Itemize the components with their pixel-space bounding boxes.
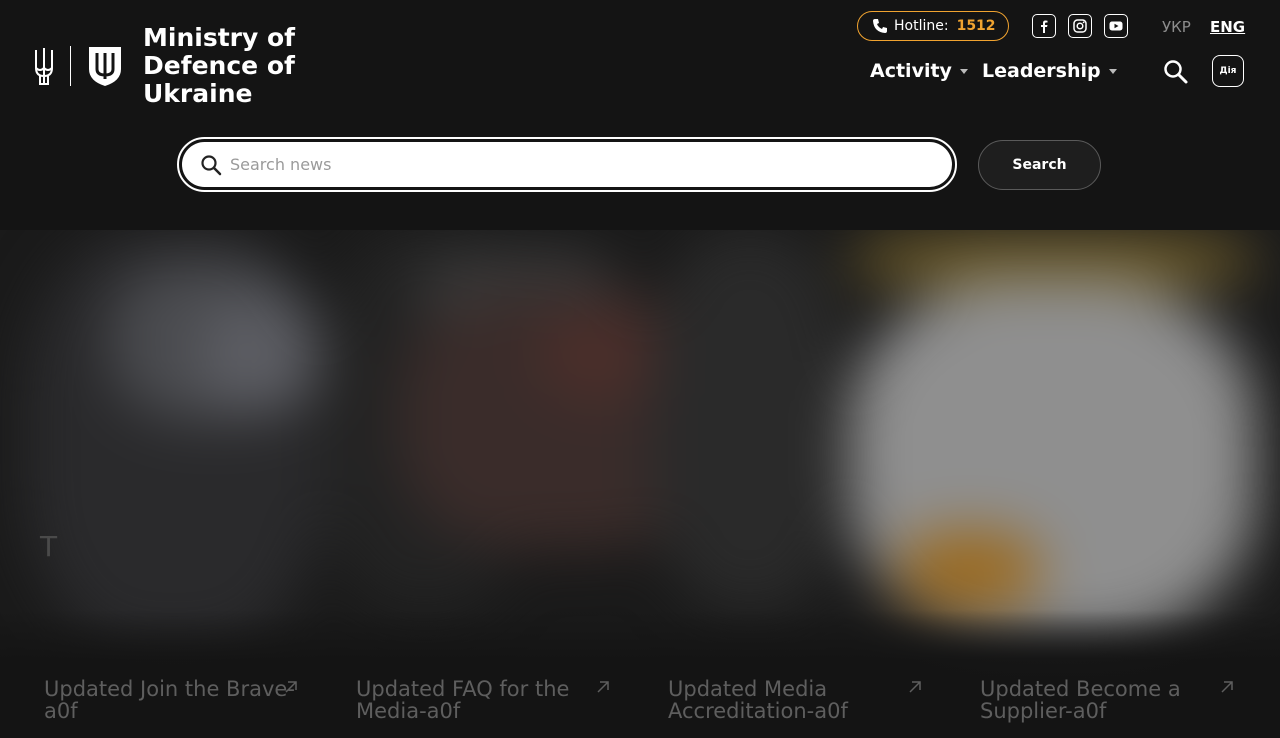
org-name: Ministry of Defence of Ukraine [143, 23, 296, 108]
diia-button[interactable]: Дія [1212, 55, 1244, 87]
news-card-title: Updated Join the Brave-a0f [44, 677, 295, 723]
search-button[interactable]: Search [978, 140, 1101, 190]
nav-leadership[interactable]: Leadership [982, 60, 1117, 82]
search-icon[interactable] [1162, 58, 1190, 86]
lang-eng-link[interactable]: ENG [1210, 18, 1245, 36]
logo[interactable]: Ministry of Defence of Ukraine [32, 24, 413, 108]
arrow-up-right-icon [285, 681, 297, 693]
search-box [177, 137, 957, 192]
chevron-down-icon [1108, 68, 1117, 74]
hero-caption: T [40, 530, 58, 563]
search-input[interactable] [230, 155, 930, 174]
hotline-number: 1512 [956, 18, 996, 34]
search-icon [201, 154, 222, 175]
news-card-title: Updated Become a Supplier-a0f [980, 677, 1181, 723]
news-card[interactable]: Updated Media Accreditation-a0f [668, 678, 948, 738]
news-hero: T [0, 230, 1280, 720]
search-field-wrap [182, 142, 952, 187]
lang-ukr-link[interactable]: УКР [1162, 18, 1191, 36]
trident-icon [35, 48, 53, 85]
youtube-icon[interactable] [1104, 14, 1128, 38]
nav-activity[interactable]: Activity [870, 60, 968, 82]
arrow-up-right-icon [909, 681, 921, 693]
logo-divider [70, 46, 71, 86]
facebook-icon[interactable] [1032, 14, 1056, 38]
news-card[interactable]: Updated FAQ for the Media-a0f [356, 678, 636, 738]
news-card[interactable]: Updated Join the Brave-a0f [44, 678, 324, 738]
nav-activity-label: Activity [870, 60, 952, 82]
news-card[interactable]: Updated Become a Supplier-a0f [980, 678, 1260, 738]
ministry-shield-icon [89, 47, 121, 86]
nav-leadership-label: Leadership [982, 60, 1101, 82]
news-card-title: Updated Media Accreditation-a0f [668, 677, 848, 723]
site-header: Ministry of Defence of Ukraine Hotline: … [0, 0, 1280, 230]
news-card-title: Updated FAQ for the Media-a0f [356, 677, 570, 723]
chevron-down-icon [959, 68, 968, 74]
instagram-icon[interactable] [1068, 14, 1092, 38]
phone-icon [873, 19, 887, 33]
arrow-up-right-icon [597, 681, 609, 693]
arrow-up-right-icon [1221, 681, 1233, 693]
hotline-badge[interactable]: Hotline: 1512 [857, 11, 1009, 41]
hotline-label: Hotline: [894, 18, 949, 34]
